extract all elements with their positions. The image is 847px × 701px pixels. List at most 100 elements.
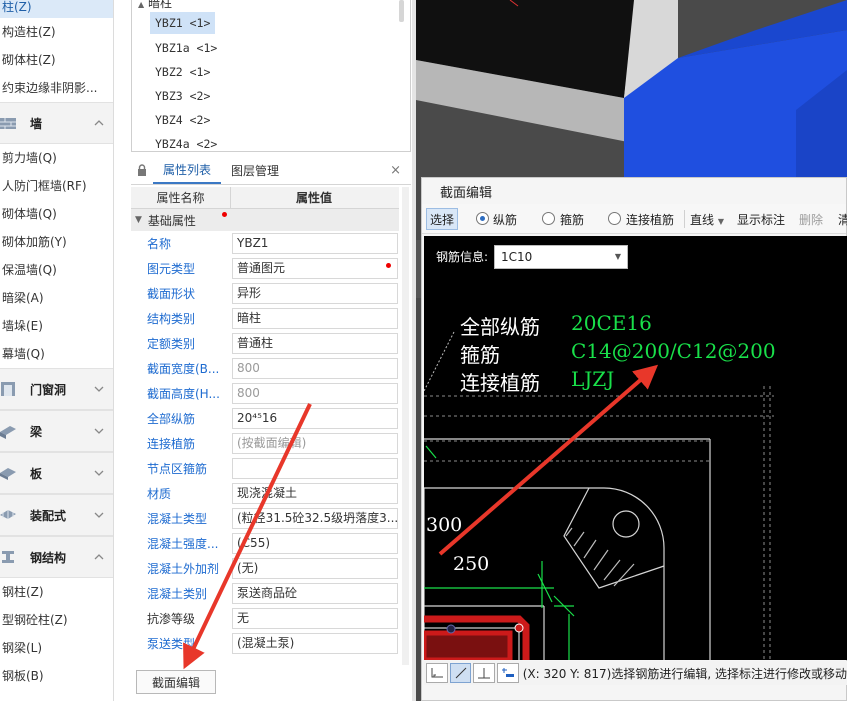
- close-icon[interactable]: ×: [390, 163, 401, 178]
- nav-item-column[interactable]: 柱(Z): [0, 0, 113, 18]
- property-row[interactable]: 连接植筋 (按截面编辑): [131, 431, 399, 456]
- cad-label-all-longitudinal: 全部纵筋: [460, 315, 540, 339]
- property-row[interactable]: 混凝土类别 泵送商品砼: [131, 581, 399, 606]
- property-row[interactable]: 图元类型 普通图元: [131, 256, 399, 281]
- nav-item-shear-wall[interactable]: 剪力墙(Q): [0, 144, 113, 172]
- tab-layer-manager[interactable]: 图层管理: [221, 157, 289, 184]
- nav-item-curtain-wall[interactable]: 幕墙(Q): [0, 340, 113, 368]
- property-row[interactable]: 结构类别 暗柱: [131, 306, 399, 331]
- radio-connect-rebar[interactable]: [608, 212, 621, 225]
- property-value-field[interactable]: 现浇混凝土: [232, 483, 398, 504]
- property-row[interactable]: 全部纵筋 20⁴⁵16: [131, 406, 399, 431]
- tree-item-ybz1[interactable]: YBZ1 <1>: [150, 12, 216, 34]
- property-row[interactable]: 定额类别 普通柱: [131, 331, 399, 356]
- property-row[interactable]: 泵送类型 (混凝土泵): [131, 631, 399, 656]
- cad-dimension-300[interactable]: 300: [426, 514, 462, 536]
- section-edit-button[interactable]: 截面编辑: [136, 670, 216, 694]
- property-row[interactable]: 名称 YBZ1: [131, 231, 399, 256]
- property-value-field[interactable]: 暗柱: [232, 308, 398, 329]
- nav-category-label: 钢结构: [30, 550, 67, 565]
- property-grid: 属性名称 属性值 ▼ 基础属性 名称 YBZ1 图元类型 普通图元 截面形状 异形 结构类别…: [131, 187, 399, 656]
- nav-item-steel-plate[interactable]: 钢板(B): [0, 662, 113, 690]
- tab-property-list[interactable]: 属性列表: [153, 157, 222, 184]
- section-canvas[interactable]: 钢筋信息: 1C10 ▼ 全部纵筋 箍筋 连接植筋 20CE16 C14@200…: [424, 236, 847, 660]
- select-button[interactable]: 选择: [426, 208, 458, 230]
- nav-item-steel-beam[interactable]: 钢梁(L): [0, 634, 113, 662]
- property-value-field[interactable]: (混凝土泵): [232, 633, 398, 654]
- nav-category-door-window[interactable]: 门窗洞: [0, 368, 113, 410]
- nav-item-masonry-column[interactable]: 砌体柱(Z): [0, 46, 113, 74]
- radio-longitudinal[interactable]: [476, 212, 489, 225]
- tree-item-ybz1a[interactable]: YBZ1a <1>: [150, 37, 222, 59]
- nav-category-prefab[interactable]: 装配式: [0, 494, 113, 536]
- tree-item-ybz3[interactable]: YBZ3 <2>: [150, 85, 215, 107]
- property-value-field[interactable]: 800: [232, 383, 398, 404]
- nav-item-civil-defense-wall[interactable]: 人防门框墙(RF): [0, 172, 113, 200]
- chevron-up-icon: [94, 554, 104, 560]
- property-row[interactable]: 截面高度(H... 800: [131, 381, 399, 406]
- property-value-field[interactable]: [232, 458, 398, 479]
- line-mode-dropdown[interactable]: 直线 ▼: [690, 211, 724, 228]
- property-value-field[interactable]: (C55): [232, 533, 398, 554]
- cad-dimension-250[interactable]: 250: [453, 553, 489, 575]
- property-row[interactable]: 混凝土类型 (粒径31.5砼32.5级坍落度3...: [131, 506, 399, 531]
- property-row[interactable]: 截面宽度(B... 800: [131, 356, 399, 381]
- property-row[interactable]: 抗渗等级 无: [131, 606, 399, 631]
- section-basic-properties[interactable]: ▼ 基础属性: [131, 209, 399, 231]
- diagonal-line-icon[interactable]: [449, 663, 472, 683]
- property-value-field[interactable]: (按截面编辑): [232, 433, 398, 454]
- property-name: 结构类别: [147, 312, 196, 326]
- tree-item-ybz4a[interactable]: YBZ4a <2>: [150, 133, 222, 151]
- property-value-field[interactable]: 普通图元: [232, 258, 398, 279]
- nav-item-insulation-wall[interactable]: 保温墙(Q): [0, 256, 113, 284]
- property-row[interactable]: 混凝土外加剂 (无): [131, 556, 399, 581]
- tree-scrollbar[interactable]: [399, 0, 404, 22]
- property-value-field[interactable]: (无): [232, 558, 398, 579]
- property-row[interactable]: 混凝土强度... (C55): [131, 531, 399, 556]
- property-value-field[interactable]: 20⁴⁵16: [232, 408, 398, 429]
- nav-category-slab[interactable]: 板: [0, 452, 113, 494]
- property-scrollbar[interactable]: [402, 187, 409, 665]
- property-value-field[interactable]: (粒径31.5砼32.5级坍落度3...: [232, 508, 398, 529]
- tree-group-label[interactable]: ▲ 暗柱: [138, 0, 172, 11]
- ortho-snap-icon[interactable]: [426, 663, 448, 683]
- lock-icon[interactable]: [131, 157, 153, 184]
- cad-value-stirrup[interactable]: C14@200/C12@200: [571, 339, 776, 363]
- show-dimension-button[interactable]: 显示标注: [737, 211, 785, 228]
- tree-item-ybz2[interactable]: YBZ2 <1>: [150, 61, 215, 83]
- perpendicular-icon[interactable]: [473, 663, 496, 683]
- property-row[interactable]: 材质 现浇混凝土: [131, 481, 399, 506]
- nav-item-hidden-beam[interactable]: 暗梁(A): [0, 284, 113, 312]
- nav-item-constraint-edge[interactable]: 约束边缘非阴影...: [0, 74, 113, 102]
- delete-button[interactable]: 删除: [799, 211, 823, 228]
- property-value-field[interactable]: 异形: [232, 283, 398, 304]
- property-row[interactable]: 节点区箍筋: [131, 456, 399, 481]
- cad-value-all-longitudinal[interactable]: 20CE16: [571, 311, 652, 335]
- column-header-value: 属性值: [295, 191, 332, 205]
- property-name: 混凝土类别: [147, 587, 208, 601]
- add-point-icon[interactable]: [497, 663, 519, 683]
- nav-item-masonry-wall[interactable]: 砌体墙(Q): [0, 200, 113, 228]
- nav-category-label: 墙: [30, 116, 43, 131]
- property-value-field[interactable]: 无: [232, 608, 398, 629]
- nav-item-steel-concrete-column[interactable]: 型钢砼柱(Z): [0, 606, 113, 634]
- nav-item-masonry-reinforce[interactable]: 砌体加筋(Y): [0, 228, 113, 256]
- property-value-field[interactable]: 普通柱: [232, 333, 398, 354]
- property-rows: 名称 YBZ1 图元类型 普通图元 截面形状 异形结构类别 暗柱 定额类别 普通柱 截面宽度(B.…: [131, 231, 399, 656]
- clear-button[interactable]: 清: [838, 211, 847, 228]
- radio-stirrup[interactable]: [542, 212, 555, 225]
- property-row[interactable]: 截面形状 异形: [131, 281, 399, 306]
- nav-category-wall[interactable]: 墙: [0, 102, 113, 144]
- nav-category-beam[interactable]: 梁: [0, 410, 113, 452]
- cad-value-connect[interactable]: LJZJ: [571, 367, 614, 391]
- nav-item-steel-column[interactable]: 钢柱(Z): [0, 578, 113, 606]
- property-value-field[interactable]: YBZ1: [232, 233, 398, 254]
- property-value-field[interactable]: 800: [232, 358, 398, 379]
- property-value-field[interactable]: 泵送商品砼: [232, 583, 398, 604]
- wall-icon: [0, 118, 16, 129]
- nav-item-construct-column[interactable]: 构造柱(Z): [0, 18, 113, 46]
- tree-item-ybz4[interactable]: YBZ4 <2>: [150, 109, 215, 131]
- nav-category-steel[interactable]: 钢结构: [0, 536, 113, 578]
- nav-item-wall-pier[interactable]: 墙垛(E): [0, 312, 113, 340]
- chevron-down-icon: [94, 386, 104, 392]
